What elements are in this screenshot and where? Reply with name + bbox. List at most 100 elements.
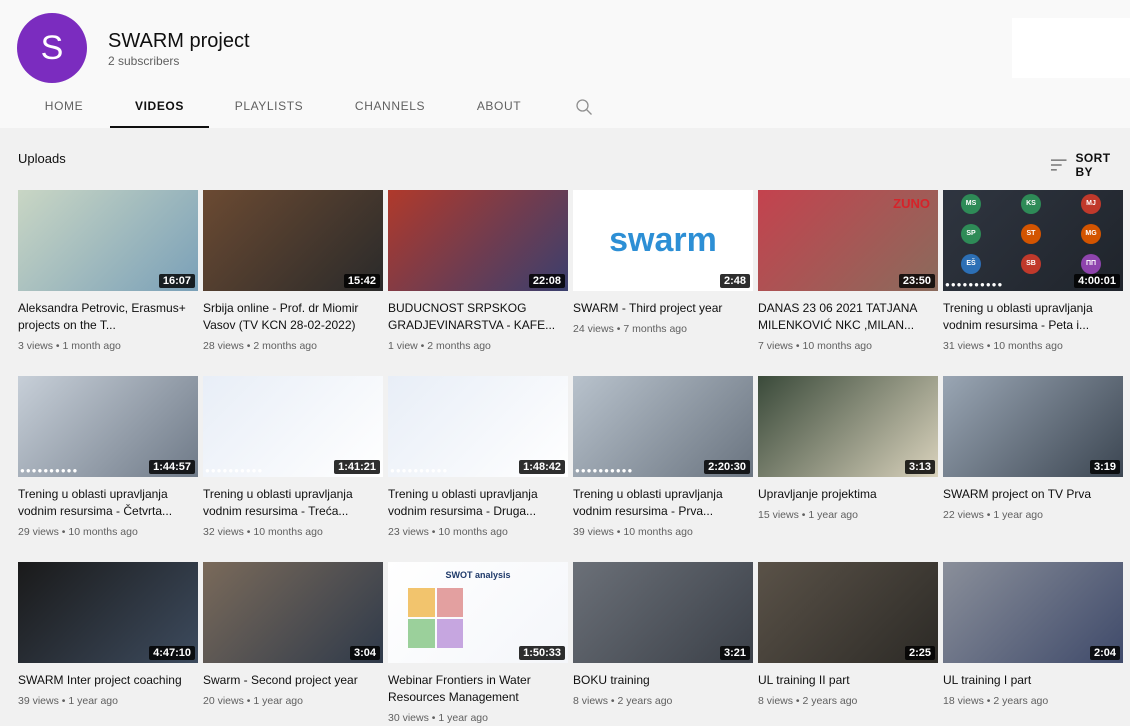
video-card-buducnost-srpskog[interactable]: 22:08 BUDUCNOST SRPSKOG GRADJEVINARSTVA … [388,190,568,352]
video-thumbnail[interactable]: ●●●●●●●●●● 1:44:57 [18,376,198,477]
video-thumbnail[interactable]: ●●●●●●●●●● 2:20:30 [573,376,753,477]
video-meta: 24 views • 7 months ago [573,323,687,335]
tab-home[interactable]: HOME [30,90,98,126]
video-title[interactable]: Upravljanje projektima [758,486,936,503]
video-title[interactable]: UL training II part [758,672,936,689]
video-duration: 4:47:10 [149,646,195,660]
video-duration: 2:20:30 [704,460,750,474]
video-thumbnail[interactable]: 15:42 [203,190,383,291]
video-duration: 3:19 [1089,460,1120,474]
video-meta: 39 views • 1 year ago [18,695,118,707]
zuno-logo: ZUNO [893,196,930,211]
video-title[interactable]: Trening u oblasti upravljanja vodnim res… [203,486,381,520]
video-thumbnail[interactable]: MS KS MJ SP ST MG EŠ SB ПП ●●●●●●●●●● 4:00:01 [943,190,1123,291]
sort-by-button[interactable]: SORT BY [1050,151,1130,179]
video-card-trening-prva[interactable]: ●●●●●●●●●● 2:20:30 Trening u oblasti upr… [573,376,753,538]
tab-about[interactable]: ABOUT [470,90,528,126]
video-meta: 20 views • 1 year ago [203,695,303,707]
video-card-swarm-second-year[interactable]: 3:04 Swarm - Second project year 20 view… [203,562,383,707]
channel-name[interactable]: SWARM project [108,30,250,53]
video-title[interactable]: DANAS 23 06 2021 TATJANA MILENKOVIĆ NKC … [758,300,936,334]
participant-avatar: ST [1021,224,1041,244]
video-title[interactable]: Trening u oblasti upravljanja vodnim res… [573,486,751,520]
video-thumbnail[interactable]: 3:19 [943,376,1123,477]
channel-tabs: HOME VIDEOS PLAYLISTS CHANNELS ABOUT [0,90,1130,128]
video-title[interactable]: UL training I part [943,672,1121,689]
channel-avatar[interactable]: S [17,13,87,83]
video-meta: 15 views • 1 year ago [758,509,858,521]
video-card-swarm-inter-coaching[interactable]: 4:47:10 SWARM Inter project coaching 39 … [18,562,198,707]
video-meta: 1 view • 2 months ago [388,340,491,352]
video-card-swarm-tv-prva[interactable]: 3:19 SWARM project on TV Prva 22 views •… [943,376,1123,521]
progress-dots: ●●●●●●●●●● [390,466,449,475]
video-thumbnail[interactable]: 16:07 [18,190,198,291]
video-thumbnail[interactable]: SWOT analysis 1:50:33 [388,562,568,663]
tab-playlists[interactable]: PLAYLISTS [226,90,312,126]
swarm-logo: swarm [609,221,717,259]
video-duration: 2:25 [904,646,935,660]
video-thumbnail[interactable]: 22:08 [388,190,568,291]
video-card-webinar-frontiers[interactable]: SWOT analysis 1:50:33 Webinar Frontiers … [388,562,568,724]
participant-avatar: MG [1081,224,1101,244]
video-thumbnail[interactable]: 3:13 [758,376,938,477]
video-card-swarm-third-year[interactable]: swarm 2:48 SWARM - Third project year 24… [573,190,753,335]
video-title[interactable]: SWARM Inter project coaching [18,672,196,689]
video-title[interactable]: BUDUCNOST SRPSKOG GRADJEVINARSTVA - KAFE… [388,300,566,334]
video-title[interactable]: Trening u oblasti upravljanja vodnim res… [943,300,1121,334]
video-meta: 8 views • 2 years ago [573,695,673,707]
video-card-upravljanje-projektima[interactable]: 3:13 Upravljanje projektima 15 views • 1… [758,376,938,521]
subscriber-count: 2 subscribers [108,54,180,68]
video-duration: 22:08 [528,274,565,288]
video-thumbnail[interactable]: ●●●●●●●●●● 1:41:21 [203,376,383,477]
video-thumbnail[interactable]: 2:25 [758,562,938,663]
video-title[interactable]: SWARM project on TV Prva [943,486,1121,503]
video-duration: 1:48:42 [519,460,565,474]
progress-dots: ●●●●●●●●●● [205,466,264,475]
tab-videos[interactable]: VIDEOS [110,90,209,128]
video-meta: 22 views • 1 year ago [943,509,1043,521]
participant-avatar: SP [961,224,981,244]
video-card-trening-cetvrta[interactable]: ●●●●●●●●●● 1:44:57 Trening u oblasti upr… [18,376,198,538]
video-card-aleksandra-petrovic[interactable]: 16:07 Aleksandra Petrovic, Erasmus+ proj… [18,190,198,352]
progress-dots: ●●●●●●●●●● [575,466,634,475]
video-title[interactable]: Aleksandra Petrovic, Erasmus+ projects o… [18,300,196,334]
video-card-srbija-online[interactable]: 15:42 Srbija online - Prof. dr Miomir Va… [203,190,383,352]
video-duration: 2:48 [719,274,750,288]
video-title[interactable]: Swarm - Second project year [203,672,381,689]
header-blank-area [1012,18,1130,78]
video-thumbnail[interactable]: ZUNO 23:50 [758,190,938,291]
uploads-section: Uploads SORT BY 16:07 Aleksandra Petrovi… [0,128,1130,726]
video-meta: 7 views • 10 months ago [758,340,872,352]
video-title[interactable]: Webinar Frontiers in Water Resources Man… [388,672,566,706]
video-duration: 15:42 [343,274,380,288]
sort-label: SORT BY [1075,151,1111,179]
video-card-ul-training-ii[interactable]: 2:25 UL training II part 8 views • 2 yea… [758,562,938,707]
video-title[interactable]: Srbija online - Prof. dr Miomir Vasov (T… [203,300,381,334]
video-card-trening-peta[interactable]: MS KS MJ SP ST MG EŠ SB ПП ●●●●●●●●●● 4:00:01 Tr… [943,190,1123,352]
video-thumbnail[interactable]: ●●●●●●●●●● 1:48:42 [388,376,568,477]
video-duration: 1:41:21 [334,460,380,474]
video-thumbnail[interactable]: 3:21 [573,562,753,663]
video-card-boku-training[interactable]: 3:21 BOKU training 8 views • 2 years ago [573,562,753,707]
video-title[interactable]: BOKU training [573,672,751,689]
participant-avatar: KS [1021,194,1041,214]
video-duration: 3:21 [719,646,750,660]
video-card-trening-druga[interactable]: ●●●●●●●●●● 1:48:42 Trening u oblasti upr… [388,376,568,538]
video-title[interactable]: Trening u oblasti upravljanja vodnim res… [18,486,196,520]
video-thumbnail[interactable]: swarm 2:48 [573,190,753,291]
video-meta: 32 views • 10 months ago [203,526,323,538]
tab-channels[interactable]: CHANNELS [348,90,432,126]
video-meta: 3 views • 1 month ago [18,340,121,352]
video-title[interactable]: SWARM - Third project year [573,300,751,317]
video-thumbnail[interactable]: 3:04 [203,562,383,663]
sort-icon [1050,159,1067,171]
video-title[interactable]: Trening u oblasti upravljanja vodnim res… [388,486,566,520]
video-thumbnail[interactable]: 4:47:10 [18,562,198,663]
video-thumbnail[interactable]: 2:04 [943,562,1123,663]
video-card-danas-tatjana[interactable]: ZUNO 23:50 DANAS 23 06 2021 TATJANA MILE… [758,190,938,352]
channel-search-icon[interactable] [575,98,593,116]
participant-avatar: MJ [1081,194,1101,214]
progress-dots: ●●●●●●●●●● [945,280,1004,289]
video-card-trening-treca[interactable]: ●●●●●●●●●● 1:41:21 Trening u oblasti upr… [203,376,383,538]
video-card-ul-training-i[interactable]: 2:04 UL training I part 18 views • 2 yea… [943,562,1123,707]
